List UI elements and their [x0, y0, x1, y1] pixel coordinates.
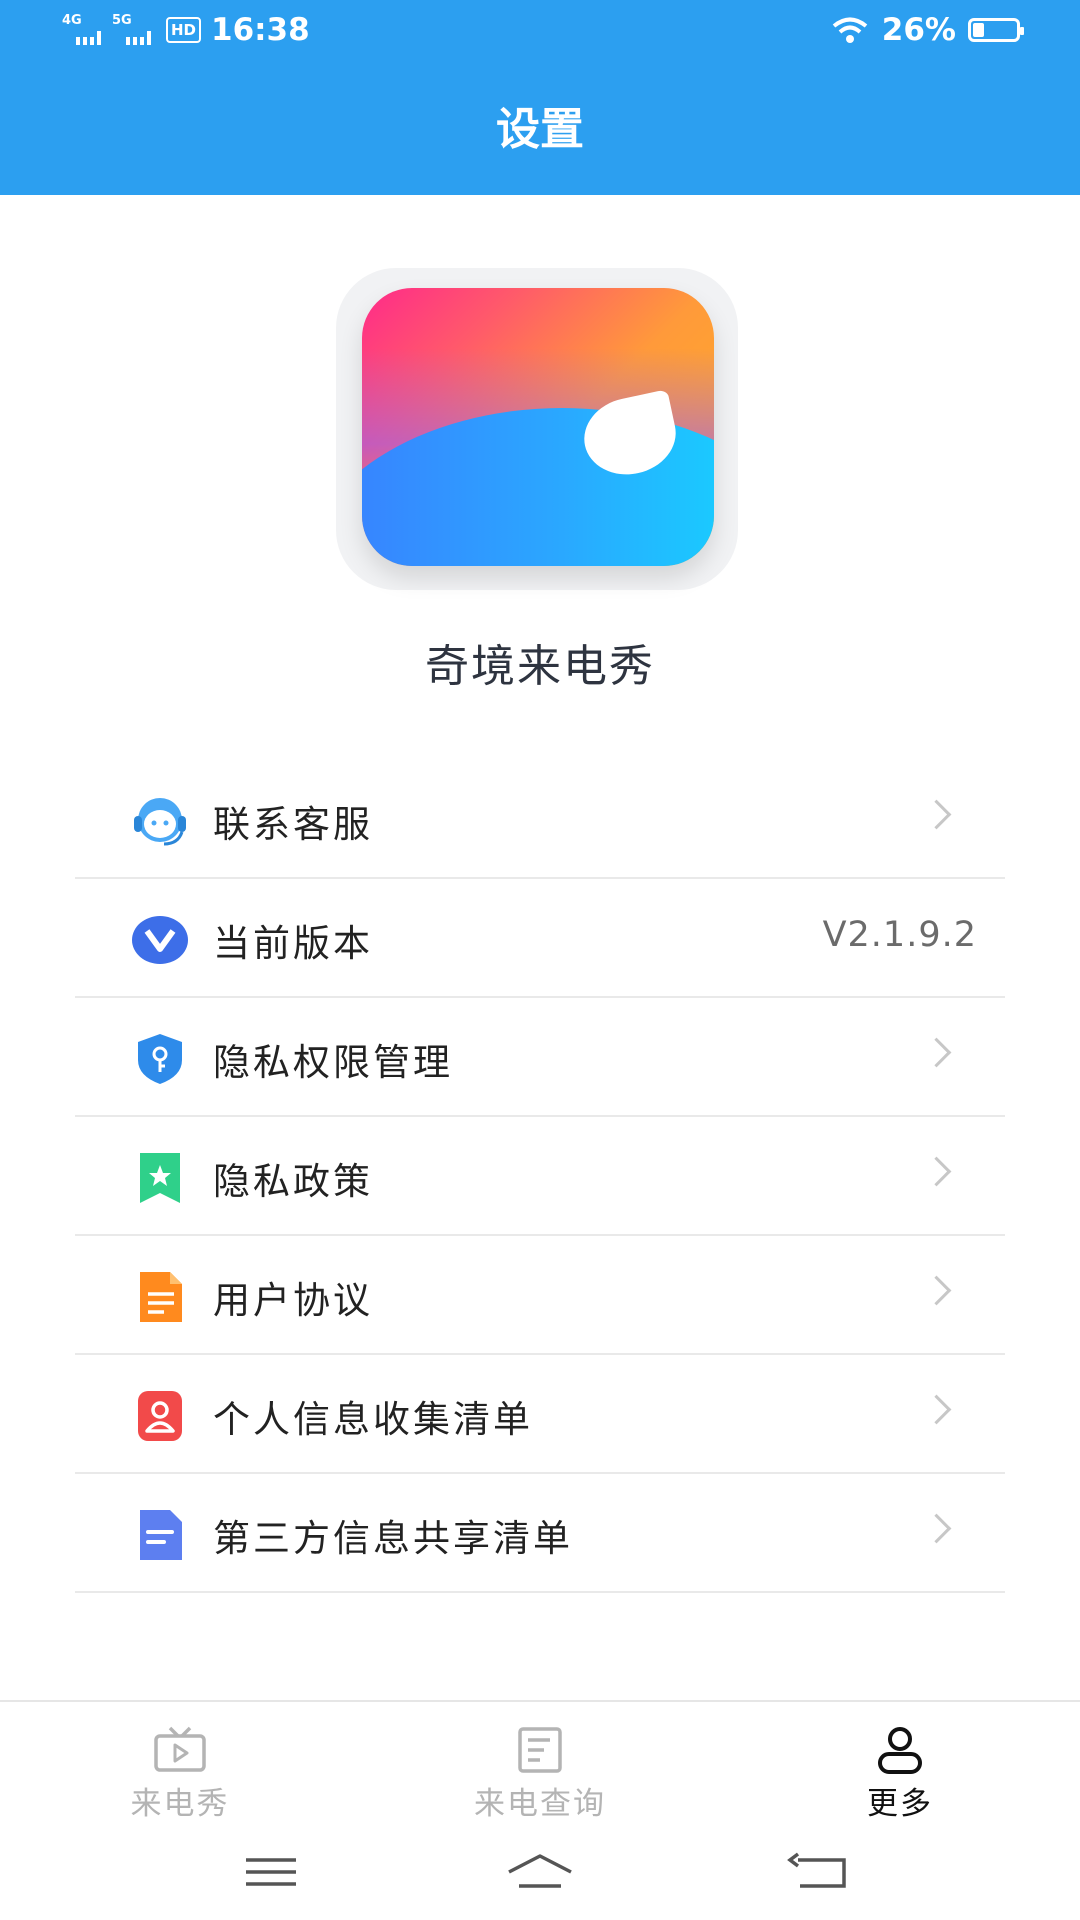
wifi-icon — [832, 17, 868, 43]
user-agreement-icon — [140, 1272, 182, 1322]
home-icon[interactable] — [505, 1850, 575, 1894]
bottom-nav: 来电秀 来电查询 更多 — [0, 1700, 1080, 1830]
personal-info-icon — [138, 1391, 182, 1441]
chevron-right-icon — [921, 1156, 952, 1187]
tab-label: 更多 — [867, 1786, 933, 1822]
third-party-share-icon — [140, 1510, 182, 1560]
system-nav-bar — [0, 1828, 1080, 1920]
menu-item-third-party-share[interactable]: 第三方信息共享清单 — [75, 1474, 1005, 1593]
tab-label: 来电秀 — [130, 1786, 230, 1822]
status-right: 26% — [830, 12, 1024, 48]
app-logo — [336, 268, 738, 590]
menu-item-label: 联系客服 — [213, 803, 373, 846]
chevron-right-icon — [921, 1513, 952, 1544]
user-icon — [878, 1727, 922, 1774]
app-logo-image — [362, 288, 714, 566]
chevron-right-icon — [921, 799, 952, 830]
document-icon — [518, 1727, 562, 1773]
status-bar: 4G 5G HD 16:38 26% — [0, 0, 1080, 64]
status-left: 4G 5G HD 16:38 — [62, 12, 310, 48]
page-title: 设置 — [496, 104, 584, 155]
menu-item-label: 用户协议 — [213, 1279, 373, 1322]
menu-item-label: 隐私政策 — [213, 1160, 373, 1203]
tv-play-icon — [154, 1726, 206, 1772]
menu-item-privacy-permissions[interactable]: 隐私权限管理 — [75, 998, 1005, 1117]
customer-service-icon — [134, 798, 186, 846]
settings-menu: 联系客服 当前版本 V2.1.9.2 隐私权限管理 隐私政策 用户协议 个人信息… — [75, 760, 1005, 1593]
battery-icon — [968, 18, 1024, 42]
version-value: V2.1.9.2 — [822, 915, 977, 955]
menu-item-label: 第三方信息共享清单 — [213, 1517, 573, 1560]
tab-more[interactable]: 更多 — [720, 1702, 1080, 1830]
tab-call-show[interactable]: 来电秀 — [0, 1702, 360, 1830]
menu-item-version[interactable]: 当前版本 V2.1.9.2 — [75, 879, 1005, 998]
chevron-right-icon — [921, 1275, 952, 1306]
menu-icon[interactable] — [236, 1850, 306, 1894]
menu-item-label: 当前版本 — [213, 922, 373, 965]
tab-label: 来电查询 — [474, 1786, 606, 1822]
privacy-policy-icon — [140, 1153, 180, 1203]
menu-item-privacy-policy[interactable]: 隐私政策 — [75, 1117, 1005, 1236]
app-name: 奇境来电秀 — [425, 641, 655, 692]
menu-item-label: 个人信息收集清单 — [213, 1398, 533, 1441]
menu-item-user-agreement[interactable]: 用户协议 — [75, 1236, 1005, 1355]
menu-item-label: 隐私权限管理 — [213, 1041, 453, 1084]
tab-call-lookup[interactable]: 来电查询 — [360, 1702, 720, 1830]
chevron-right-icon — [921, 1037, 952, 1068]
chevron-right-icon — [921, 1394, 952, 1425]
back-icon[interactable] — [786, 1850, 856, 1894]
app-header: 4G 5G HD 16:38 26% 设置 — [0, 0, 1080, 195]
privacy-shield-icon — [138, 1034, 182, 1084]
menu-item-personal-info[interactable]: 个人信息收集清单 — [75, 1355, 1005, 1474]
battery-percent: 26% — [881, 12, 956, 48]
menu-item-customer-service[interactable]: 联系客服 — [75, 760, 1005, 879]
signal-4g-icon: 4G — [62, 13, 102, 45]
signal-5g-icon: 5G — [112, 13, 156, 45]
hd-voice-icon: HD — [166, 17, 202, 43]
status-time: 16:38 — [211, 12, 310, 48]
version-icon — [132, 916, 188, 964]
